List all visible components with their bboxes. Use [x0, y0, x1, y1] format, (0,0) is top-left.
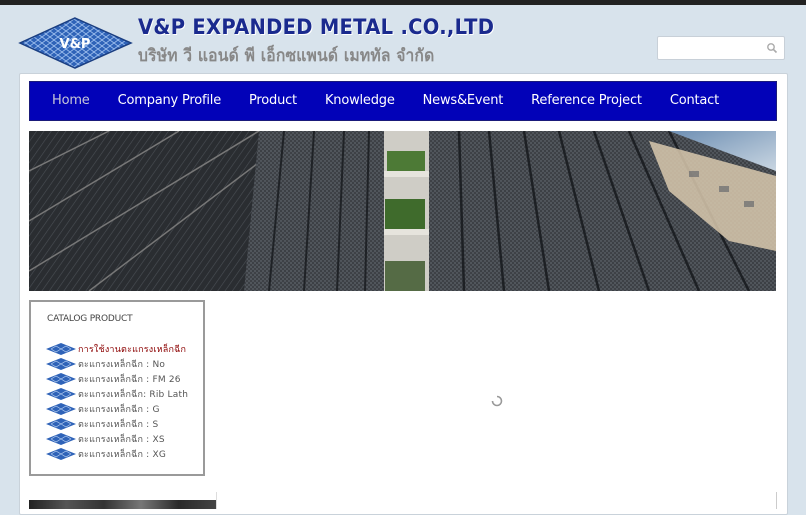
search-icon[interactable] — [766, 42, 778, 54]
catalog-title: CATALOG PRODUCT — [47, 314, 133, 324]
catalog-item[interactable]: ตะแกรงเหล็กฉีก : XS — [46, 431, 188, 446]
catalog-item-label[interactable]: ตะแกรงเหล็กฉีก : G — [78, 402, 160, 416]
mesh-diamond-icon — [46, 357, 76, 370]
catalog-item[interactable]: การใช้งานตะแกรงเหล็กฉีก — [46, 341, 188, 356]
nav-news-event[interactable]: News&Event — [409, 82, 518, 120]
mesh-diamond-icon — [46, 342, 76, 355]
divider — [776, 492, 777, 509]
catalog-item-label[interactable]: การใช้งานตะแกรงเหล็กฉีก — [78, 342, 186, 356]
hero-banner-image — [29, 131, 776, 291]
mesh-diamond-icon — [46, 432, 76, 445]
bottom-thumbnail-image[interactable] — [29, 500, 216, 509]
mesh-diamond-icon — [46, 372, 76, 385]
divider — [216, 492, 217, 509]
catalog-item-label[interactable]: ตะแกรงเหล็กฉีก : XS — [78, 432, 165, 446]
catalog-item-label[interactable]: ตะแกรงเหล็กฉีก : S — [78, 417, 158, 431]
nav-knowledge[interactable]: Knowledge — [311, 82, 409, 120]
logo-text: V&P — [60, 37, 91, 52]
catalog-item[interactable]: ตะแกรงเหล็กฉีก : FM 26 — [46, 371, 188, 386]
company-name-th: บริษัท วี แอนด์ พี เอ็กซแพนด์ เมททัล จำก… — [138, 46, 435, 66]
company-name-en: V&P EXPANDED METAL .CO.,LTD — [138, 15, 495, 39]
catalog-product-panel: CATALOG PRODUCT การใช้งานตะแกรงเหล็กฉีก … — [29, 300, 205, 476]
nav-company-profile[interactable]: Company Profile — [104, 82, 235, 120]
loading-spinner-icon — [491, 395, 503, 407]
main-nav: Home Company Profile Product Knowledge N… — [29, 81, 777, 121]
catalog-item-label[interactable]: ตะแกรงเหล็กฉีก : No — [78, 357, 165, 371]
catalog-item[interactable]: ตะแกรงเหล็กฉีก : S — [46, 416, 188, 431]
nav-reference-project[interactable]: Reference Project — [517, 82, 656, 120]
catalog-item-label[interactable]: ตะแกรงเหล็กฉีก : XG — [78, 447, 166, 461]
top-bar — [0, 0, 806, 5]
catalog-list: การใช้งานตะแกรงเหล็กฉีก ตะแกรงเหล็กฉีก :… — [46, 341, 188, 461]
mesh-diamond-icon — [46, 447, 76, 460]
catalog-item[interactable]: ตะแกรงเหล็กฉีก : XG — [46, 446, 188, 461]
nav-product[interactable]: Product — [235, 82, 311, 120]
catalog-item-label[interactable]: ตะแกรงเหล็กฉีก : FM 26 — [78, 372, 181, 386]
company-logo[interactable]: V&P — [18, 16, 133, 70]
mesh-diamond-icon — [46, 387, 76, 400]
nav-home[interactable]: Home — [30, 82, 104, 120]
catalog-item[interactable]: ตะแกรงเหล็กฉีก : G — [46, 401, 188, 416]
catalog-item[interactable]: ตะแกรงเหล็กฉีก: Rib Lath — [46, 386, 188, 401]
catalog-item-label[interactable]: ตะแกรงเหล็กฉีก: Rib Lath — [78, 387, 188, 401]
nav-contact[interactable]: Contact — [656, 82, 733, 120]
mesh-diamond-icon — [46, 402, 76, 415]
mesh-diamond-icon — [46, 417, 76, 430]
search-input[interactable] — [657, 36, 785, 60]
catalog-item[interactable]: ตะแกรงเหล็กฉีก : No — [46, 356, 188, 371]
